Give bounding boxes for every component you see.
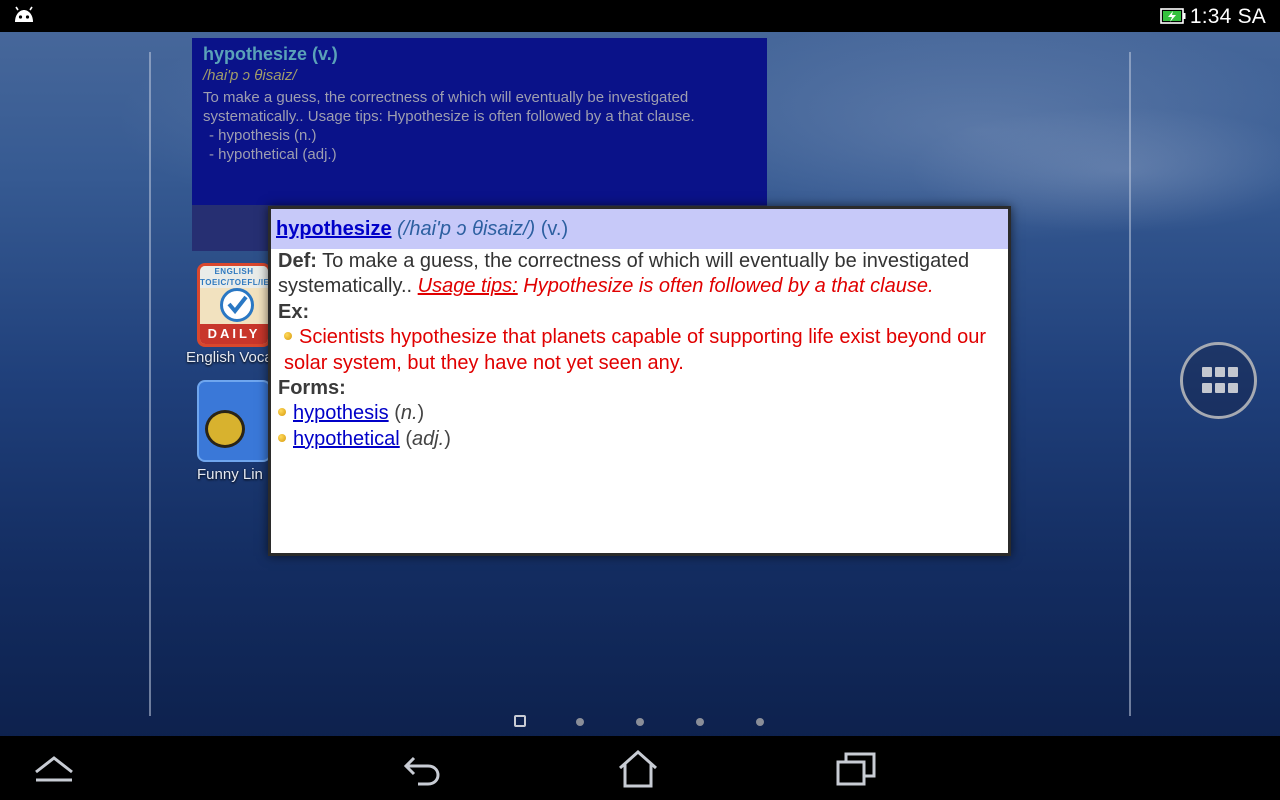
app-icon-badge: DAILY (200, 324, 268, 344)
widget-form-item: - hypothetical (adj.) (209, 146, 337, 163)
page-indicator-dot[interactable] (756, 718, 764, 726)
back-icon[interactable] (400, 746, 444, 790)
def-label: Def: (278, 250, 317, 272)
widget-definition: To make a guess, the correctness of whic… (203, 89, 695, 125)
checkmark-icon (220, 288, 254, 322)
recent-apps-icon[interactable] (834, 746, 878, 790)
ladybug-game-icon[interactable] (197, 380, 271, 462)
page-indicator-dot[interactable] (576, 718, 584, 726)
form-pos: (adj.) (405, 427, 451, 450)
popup-word-link[interactable]: hypothesize (276, 218, 392, 240)
ladybug-icon (205, 410, 245, 448)
status-clock: 1:34 SA (1189, 5, 1266, 28)
form-pos-text: n. (400, 402, 418, 425)
form-item: hypothetical (adj.) (278, 427, 1006, 452)
form-pos: (n.) (394, 402, 425, 425)
widget-form-item: - hypothesis (n.) (209, 127, 317, 144)
form-link-hypothesis[interactable]: hypothesis (293, 402, 389, 424)
popup-phonetic: (/hai'p ɔ θisaiz/) (397, 218, 536, 240)
usage-tips-label: Usage tips: (417, 275, 518, 298)
bullet-icon (278, 408, 286, 417)
bullet-icon (284, 332, 292, 341)
android-icon (15, 6, 33, 22)
example-text: Scientists hypothesize that planets capa… (284, 326, 987, 374)
form-item: hypothesis (n.) (278, 401, 1006, 426)
definition-popup: hypothesize (/hai'p ɔ θisaiz/) (v.) Def:… (268, 206, 1011, 556)
form-link-hypothetical[interactable]: hypothetical (293, 428, 400, 450)
popup-part-of-speech: (v.) (540, 218, 569, 240)
navigation-bar (0, 736, 1280, 800)
definition-block: Def: To make a guess, the correctness of… (278, 249, 1006, 300)
grid-dots (1202, 367, 1238, 395)
usage-tips-end: . (927, 275, 934, 298)
form-pos-text: adj. (411, 427, 445, 450)
app-label-funny[interactable]: Funny Lin (197, 466, 263, 483)
panel-edge-left (149, 52, 151, 716)
all-apps-grid-icon[interactable] (1180, 342, 1257, 419)
app-icon-banner: ENGLISH TOEIC/TOEFL/IELTS (200, 266, 270, 288)
status-bar: 1:34 SA (0, 0, 1280, 32)
bullet-icon (278, 433, 286, 442)
popup-header: hypothesize (/hai'p ɔ θisaiz/) (v.) (271, 209, 1008, 249)
app-label-english[interactable]: English Voca (186, 349, 273, 366)
english-vocabulary-daily-icon[interactable]: ENGLISH TOEIC/TOEFL/IELTS DAILY (197, 263, 271, 347)
page-indicator-current[interactable] (514, 715, 526, 727)
battery-charging-icon (1160, 8, 1186, 24)
ex-label: Ex: (278, 300, 310, 323)
widget-phonetic: /hai'p ɔ θisaiz/ (203, 67, 297, 84)
popup-body: Def: To make a guess, the correctness of… (278, 249, 1006, 452)
panel-edge-right (1129, 52, 1131, 716)
dictionary-widget[interactable]: hypothesize (v.) /hai'p ɔ θisaiz/ To mak… (192, 38, 767, 205)
example-item: Scientists hypothesize that planets capa… (278, 325, 1006, 376)
forms-label: Forms: (278, 377, 346, 400)
usage-tips-text: Hypothesize is often followed by a that … (523, 275, 928, 298)
page-indicator-dot[interactable] (696, 718, 704, 726)
menu-up-icon[interactable] (32, 746, 76, 790)
home-icon[interactable] (616, 746, 660, 790)
widget-word: hypothesize (v.) (203, 44, 338, 64)
page-indicator-dot[interactable] (636, 718, 644, 726)
